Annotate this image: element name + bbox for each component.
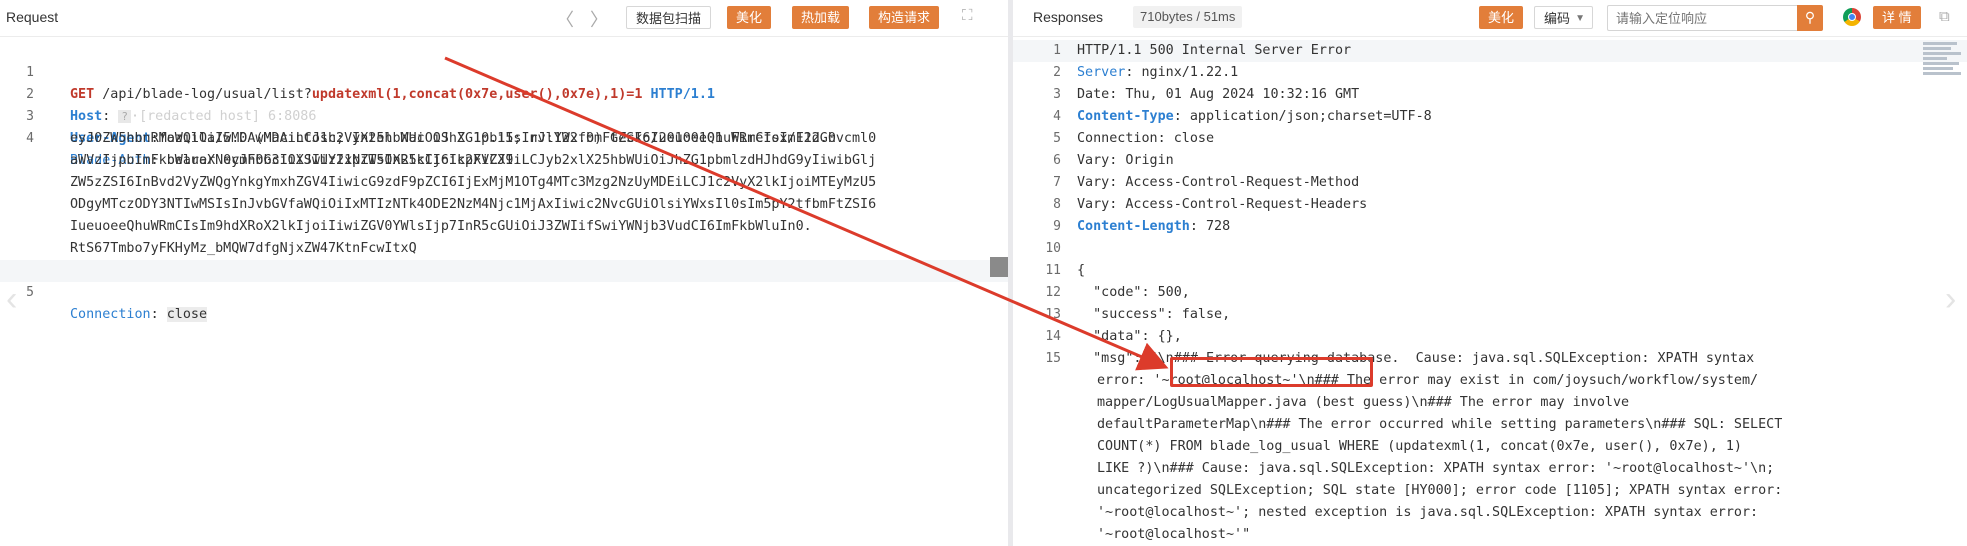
response-editor[interactable]: 1 HTTP/1.1 500 Internal Server Error 2 Ser…	[1013, 40, 1967, 546]
msg-continuation: '~root@localhost~'; nested exception is …	[1097, 505, 1759, 520]
response-line-13: 13 "success": false,	[1045, 307, 1231, 322]
response-line-14: 14 "data": {},	[1045, 329, 1182, 344]
encoding-select[interactable]: 编码 ▼	[1534, 6, 1594, 29]
blade-auth-line: aWVzIjpbImFkbWluaXN0cmF0b3IiXSwiY2xpZW50…	[70, 153, 877, 168]
slide-prev-icon[interactable]: ‹	[6, 280, 17, 319]
minimap[interactable]	[1923, 40, 1963, 90]
msg-continuation: '~root@localhost~'"	[1097, 527, 1251, 542]
response-line-5: 5 Connection: close	[1053, 131, 1215, 146]
blade-auth-line: ZW5zZSI6InBvd2VyZWQgYnkgYmxhZGV4IiwicG9z…	[70, 175, 877, 190]
request-line-3: 3 User-Agent:Mozilla/5.0 (Macintosh; Int…	[26, 109, 836, 146]
blade-auth-line: eyJ0ZW5hbnRfaWQiOiIwMDAwMDAiLCJ1c2VyX25h…	[70, 131, 877, 146]
response-beautify-button[interactable]: 美化	[1479, 6, 1524, 29]
response-pane: Responses 710bytes / 51ms 美化 编码▼ ⚲ 详 情 ⧉…	[1013, 0, 1967, 546]
highlight-box	[1170, 357, 1373, 387]
response-line-11: 11{	[1045, 263, 1086, 278]
request-pane: Request 〈 〉 数据包扫描 美化 热加载 构造请求 ⛶ 1 GET /a…	[0, 0, 1008, 546]
response-line-3: 3 Date: Thu, 01 Aug 2024 10:32:16 GMT	[1053, 87, 1360, 102]
msg-continuation: COUNT(*) FROM blade_log_usual WHERE (upd…	[1097, 439, 1742, 454]
response-stats: 710bytes / 51ms	[1133, 6, 1243, 28]
request-editor[interactable]: 1 GET /api/blade-log/usual/list?updatexm…	[0, 40, 1008, 322]
msg-continuation: error: '~root@localhost~'\n### The error…	[1097, 373, 1759, 388]
msg-continuation: LIKE ?)\n### Cause: java.sql.SQLExceptio…	[1097, 461, 1775, 476]
response-line-8: 8 Vary: Access-Control-Request-Headers	[1053, 197, 1368, 212]
msg-continuation: mapper/LogUsualMapper.java (best guess)\…	[1097, 395, 1630, 410]
copy-icon[interactable]: ⧉	[1939, 8, 1950, 25]
header-value-connection: close	[166, 307, 208, 322]
msg-continuation: defaultParameterMap\n### The error occur…	[1097, 417, 1783, 432]
response-line-2: 2 Server: nginx/1.22.1	[1053, 65, 1239, 80]
detail-button[interactable]: 详 情	[1873, 6, 1921, 29]
expand-icon[interactable]: ⛶	[962, 7, 973, 24]
request-scrollbar[interactable]	[990, 257, 1008, 277]
request-line-4: 4 Blade-Auth: bearer eyJhbGciOiJIUzI1NiI…	[26, 131, 522, 168]
response-line-6: 6 Vary: Origin	[1053, 153, 1174, 168]
request-line-1: 1 GET /api/blade-log/usual/list?updatexm…	[26, 65, 715, 102]
header-key-connection: Connection	[70, 307, 151, 322]
blade-auth-line: RtS67Tmbo7yFKHyMz_bMQW7dfgNjxZW47KtnFcwI…	[70, 241, 417, 256]
response-line-1: 1 HTTP/1.1 500 Internal Server Error	[1013, 40, 1967, 62]
construct-request-button[interactable]: 构造请求	[869, 6, 940, 29]
nav-next-icon[interactable]: 〉	[590, 6, 608, 32]
chrome-icon[interactable]	[1843, 8, 1861, 26]
response-line-4: 4 Content-Type: application/json;charset=…	[1053, 109, 1432, 124]
locate-response-input[interactable]	[1607, 5, 1797, 31]
response-line-12: 12 "code": 500,	[1045, 285, 1190, 300]
beautify-button[interactable]: 美化	[727, 6, 772, 29]
msg-continuation: uncategorized SQLException; SQL state [H…	[1097, 483, 1783, 498]
response-line-10: 10	[1045, 241, 1061, 256]
request-toolbar: Request 〈 〉 数据包扫描 美化 热加载 构造请求 ⛶	[0, 0, 1008, 37]
nav-prev-icon[interactable]: 〈	[556, 6, 574, 32]
response-title: Responses	[1033, 9, 1104, 25]
request-title: Request	[6, 9, 59, 25]
packet-scan-button[interactable]: 数据包扫描	[626, 6, 712, 29]
slide-next-icon[interactable]: ›	[1945, 280, 1956, 319]
hot-reload-button[interactable]: 热加载	[792, 6, 850, 29]
blade-auth-line: ODgyMTczODY3NTIwMSIsInJvbGVfaWQiOiIxMTIz…	[70, 197, 877, 212]
search-icon[interactable]: ⚲	[1797, 5, 1823, 31]
chevron-down-icon: ▼	[1575, 13, 1586, 24]
response-line-15: 15 "msg": "\n### Error querying database…	[1045, 351, 1755, 366]
response-line-7: 7 Vary: Access-Control-Request-Method	[1053, 175, 1360, 190]
blade-auth-line: IueuoeeQhuWRmCIsIm9hdXRoX2lkIjoiIiwiZGV0…	[70, 219, 812, 234]
response-toolbar: Responses 710bytes / 51ms 美化 编码▼ ⚲ 详 情 ⧉	[1013, 0, 1967, 37]
response-line-9: 9 Content-Length: 728	[1053, 219, 1231, 234]
request-line-2: 2 Host: ? ·[redacted host] 6:8086	[26, 87, 317, 124]
request-line-5: 5 Connection: close	[0, 260, 1008, 322]
